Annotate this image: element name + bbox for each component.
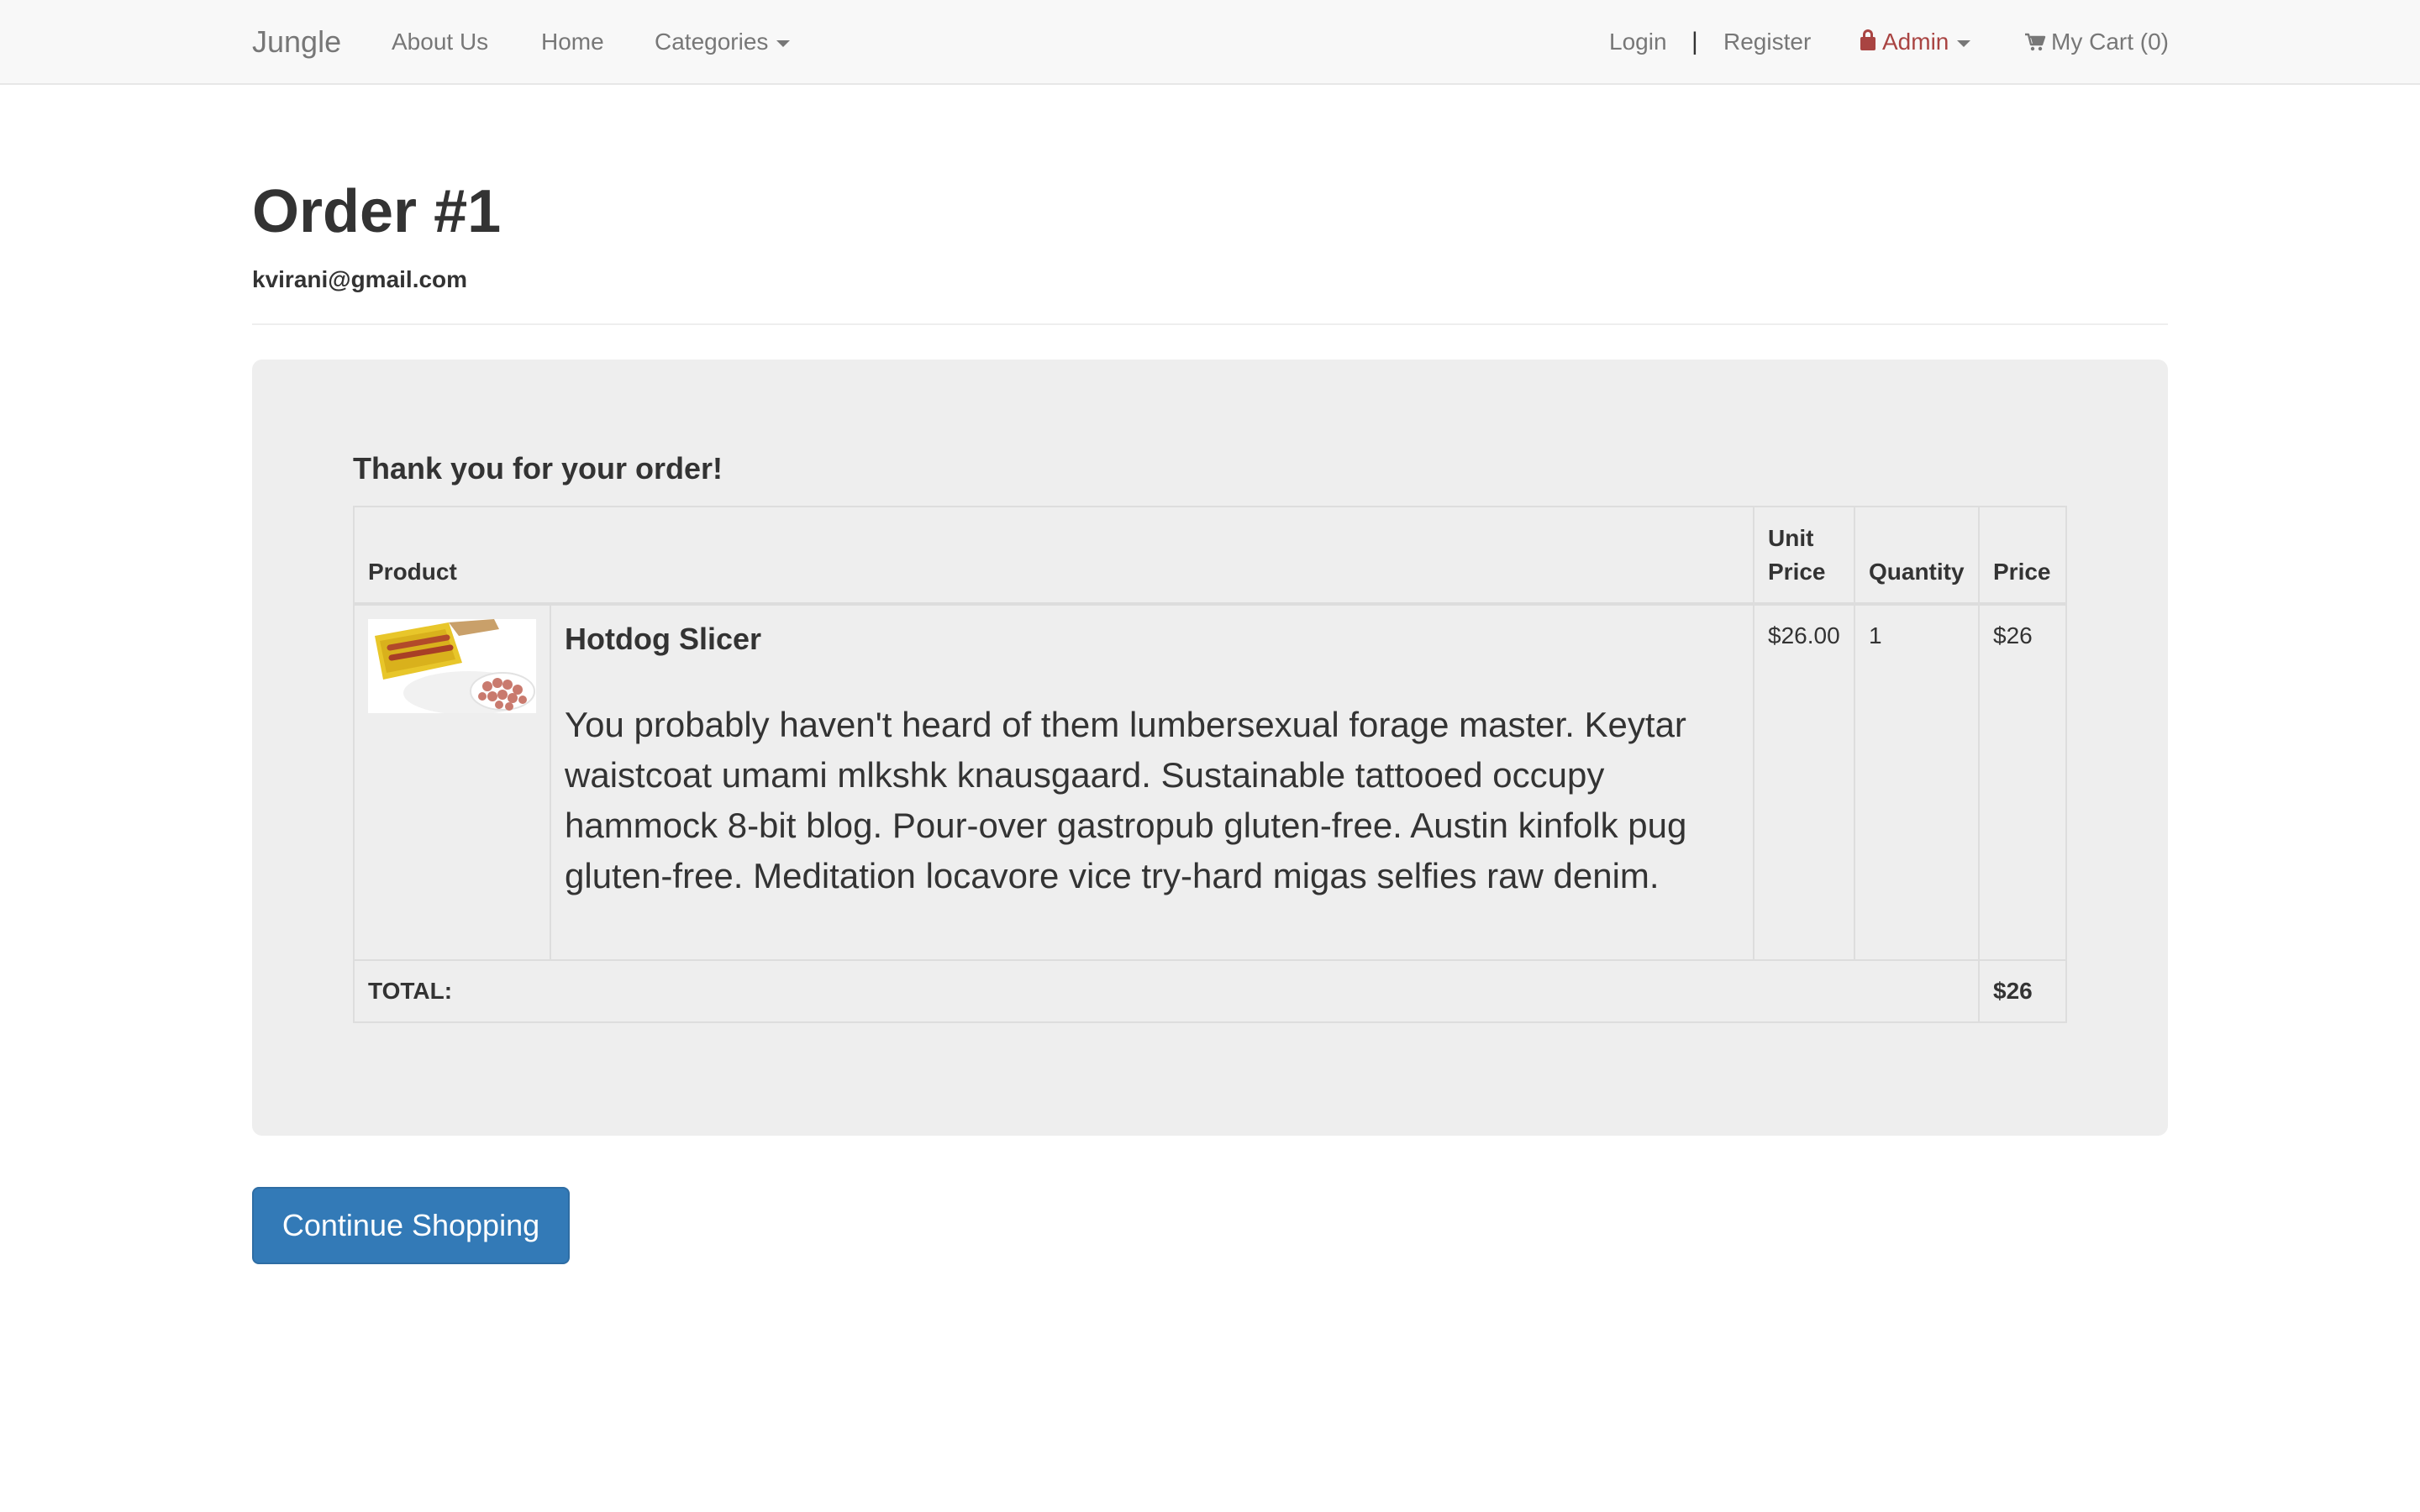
nav-admin-label: Admin (1882, 29, 1949, 55)
col-header-quantity: Quantity (1854, 506, 1980, 606)
col-header-product: Product (353, 506, 1754, 606)
total-row: TOTAL: $26 (353, 959, 2067, 1023)
product-quantity: 1 (1854, 603, 1980, 961)
header-divider (252, 323, 2168, 325)
page-title: Order #1 (252, 178, 502, 245)
product-image-cell (353, 603, 551, 961)
brand-link[interactable]: Jungle (252, 0, 341, 83)
continue-shopping-button[interactable]: Continue Shopping (252, 1187, 570, 1264)
product-unit-price: $26.00 (1753, 603, 1855, 961)
shopping-cart-icon (2025, 33, 2046, 51)
top-navbar: Jungle About Us Home Categories Login | … (0, 0, 2420, 85)
product-thumbnail (368, 619, 536, 713)
caret-down-icon (776, 39, 791, 47)
total-value: $26 (1978, 959, 2067, 1023)
caret-down-icon (1957, 39, 1971, 47)
total-label: TOTAL: (353, 959, 1980, 1023)
nav-categories-label: Categories (655, 29, 769, 55)
nav-about-link[interactable]: About Us (392, 0, 488, 83)
lock-icon (1860, 29, 1876, 50)
table-header-row: Product Unit Price Quantity Price (353, 506, 2067, 606)
navbar-inner: Jungle About Us Home Categories Login | … (252, 0, 2169, 83)
table-row: Hotdog Slicer You probably haven't heard… (353, 603, 2067, 961)
nav-cart-link[interactable]: My Cart (0) (2024, 0, 2169, 83)
product-info-cell: Hotdog Slicer You probably haven't heard… (550, 603, 1754, 961)
nav-categories-dropdown[interactable]: Categories (655, 0, 791, 83)
product-name: Hotdog Slicer (565, 622, 762, 656)
product-description: You probably haven't heard of them lumbe… (565, 705, 1687, 895)
nav-home-link[interactable]: Home (541, 0, 604, 83)
nav-admin-dropdown[interactable]: Admin (1860, 0, 1971, 83)
nav-login-link[interactable]: Login (1609, 0, 1667, 83)
thanks-heading: Thank you for your order! (353, 451, 723, 486)
product-price: $26 (1978, 603, 2067, 961)
nav-separator: | (1691, 28, 1698, 55)
col-header-price: Price (1978, 506, 2067, 606)
order-panel: Thank you for your order! Product Unit P… (252, 360, 2168, 1136)
nav-cart-label: My Cart (0) (2051, 29, 2169, 55)
order-email: kvirani@gmail.com (252, 266, 468, 292)
col-header-unit-price: Unit Price (1753, 506, 1855, 606)
order-table: Product Unit Price Quantity Price Hotdog… (353, 506, 2067, 1023)
nav-register-link[interactable]: Register (1723, 0, 1811, 83)
